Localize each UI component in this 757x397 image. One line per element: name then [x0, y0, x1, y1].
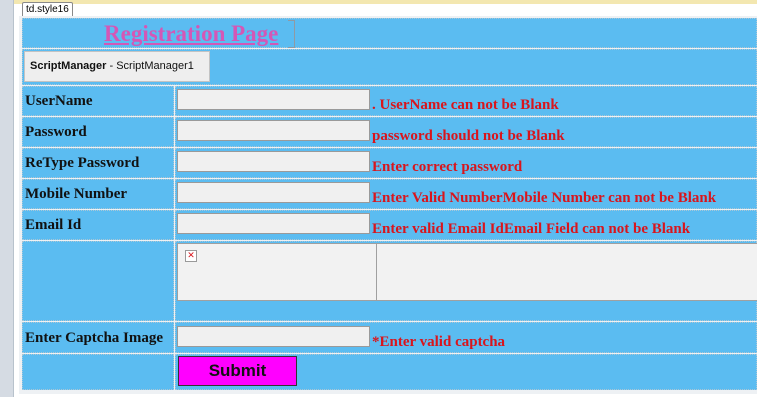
retype-password-error: Enter correct password [372, 159, 523, 175]
label-cell-captcha-image [22, 241, 174, 321]
designer-top-strip [0, 0, 757, 4]
label-cell-submit [22, 354, 174, 390]
password-input[interactable] [177, 120, 370, 141]
retype-password-input[interactable] [177, 151, 370, 172]
username-input[interactable] [177, 89, 370, 110]
mobile-number-label: Mobile Number [25, 186, 128, 202]
script-manager-id: ScriptManager1 [116, 60, 194, 72]
mobile-number-error: Enter Valid NumberMobile Number can not … [372, 190, 717, 206]
script-manager-control[interactable]: ScriptManager - ScriptManager1 [24, 51, 210, 82]
mobile-number-input[interactable] [177, 182, 370, 203]
captcha-error: *Enter valid captcha [372, 334, 506, 350]
username-error: . UserName can not be Blank [372, 97, 559, 113]
script-manager-type: ScriptManager [30, 60, 107, 72]
captcha-label: Enter Captcha Image [25, 330, 164, 346]
retype-password-label: ReType Password [25, 155, 140, 171]
password-label: Password [25, 124, 87, 140]
captcha-image [177, 243, 377, 301]
email-id-input[interactable] [177, 213, 370, 234]
email-id-error: Enter valid Email IdEmail Field can not … [372, 221, 691, 237]
designer-left-margin [0, 0, 14, 397]
password-error: password should not be Blank [372, 128, 565, 144]
submit-button[interactable]: Submit [178, 356, 297, 386]
email-id-label: Email Id [25, 217, 82, 233]
broken-image-icon: ✕ [185, 250, 197, 262]
username-label: UserName [25, 93, 93, 109]
captcha-input[interactable] [177, 326, 370, 347]
captcha-image-area [377, 243, 757, 301]
title-cell-edge [288, 20, 295, 48]
page-title: Registration Page [104, 21, 279, 46]
